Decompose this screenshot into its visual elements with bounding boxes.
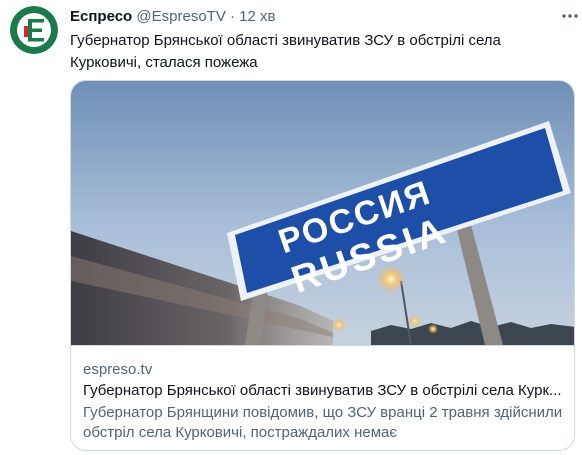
tweet[interactable]: Еспресо @EspresoTV · 12 хв Губернатор Бр…: [0, 0, 582, 455]
border-sign-photo: РОССИЯ RUSSIA: [71, 81, 574, 346]
author-handle[interactable]: @EspresoTV: [136, 8, 225, 25]
tweet-text: Губернатор Брянської області звинуватив …: [70, 32, 501, 71]
tweet-header: Еспресо @EspresoTV · 12 хв: [70, 7, 276, 27]
author-name[interactable]: Еспресо: [70, 8, 132, 25]
link-card[interactable]: РОССИЯ RUSSIA espreso.tv Губернатор Брян…: [70, 80, 575, 451]
separator-dot: ·: [230, 8, 235, 25]
card-domain: espreso.tv: [83, 361, 153, 378]
more-options-icon: [562, 14, 578, 18]
tweet-timestamp[interactable]: 12 хв: [239, 8, 275, 25]
author-avatar[interactable]: [10, 6, 58, 54]
card-title: Губернатор Брянської області звинуватив …: [83, 382, 562, 399]
more-options-button[interactable]: [558, 4, 582, 28]
card-image[interactable]: РОССИЯ RUSSIA: [71, 81, 574, 346]
espreso-logo-icon: [10, 6, 58, 54]
card-description: Губернатор Брянщини повідомив, що ЗСУ вр…: [83, 404, 563, 441]
